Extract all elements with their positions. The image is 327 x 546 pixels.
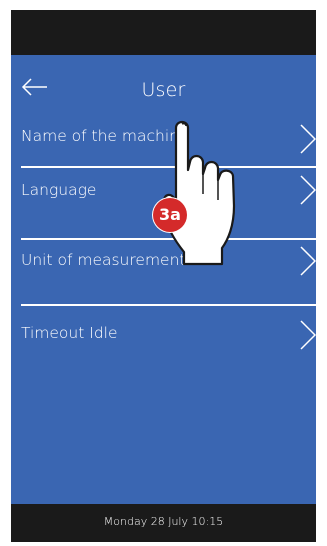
footer-datetime: Monday 28 July 10:15 bbox=[103, 515, 224, 528]
menu-item-label: Timeout Idle bbox=[21, 324, 118, 342]
menu-item-timeout-idle[interactable]: Timeout Idle bbox=[11, 307, 316, 363]
divider bbox=[21, 304, 316, 306]
chevron-right-icon bbox=[300, 124, 316, 154]
chevron-right-icon bbox=[300, 246, 316, 276]
header: User bbox=[11, 55, 316, 101]
status-footer: Monday 28 July 10:15 bbox=[11, 504, 316, 542]
chevron-right-icon bbox=[300, 320, 316, 350]
chevron-right-icon bbox=[300, 175, 316, 205]
top-bezel bbox=[11, 10, 316, 55]
step-badge: 3a bbox=[153, 198, 187, 232]
page-title: User bbox=[141, 79, 186, 101]
menu-item-label: Language bbox=[21, 181, 97, 199]
